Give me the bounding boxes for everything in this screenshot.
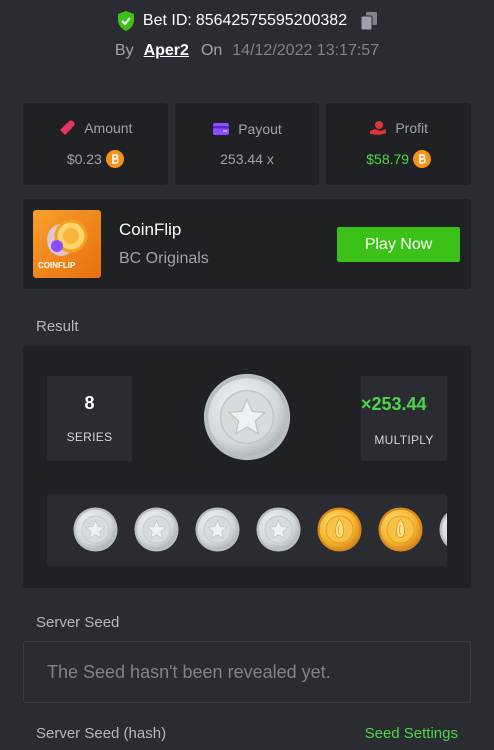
bet-id-label: Bet ID: xyxy=(142,12,192,29)
silver-star-coin-icon xyxy=(256,507,301,552)
series-box: 8 SERIES xyxy=(47,376,132,461)
multiplier-value: ×253.44 xyxy=(361,394,427,414)
silver-star-coin-icon xyxy=(203,372,291,462)
game-card: COINFLIP CoinFlip BC Originals Play Now xyxy=(23,199,471,289)
multiplier-box: ×253.44 MULTIPLY xyxy=(361,376,447,461)
bet-stats: Amount $0.23 Payout 253.44 x Profit $58.… xyxy=(23,103,472,185)
payout-icon xyxy=(213,123,230,135)
profit-icon xyxy=(370,121,387,135)
game-name[interactable]: CoinFlip xyxy=(119,220,181,240)
on-label: On xyxy=(200,42,223,59)
stat-payout: Payout 253.44 x xyxy=(174,103,320,185)
gold-coin-icon xyxy=(378,507,423,552)
result-panel: 8 SERIES ×253.44 MULTIPLY xyxy=(23,346,471,588)
by-label: By xyxy=(114,42,134,59)
bet-datetime: 14/12/2022 13:17:57 xyxy=(232,42,380,59)
bet-id-value: 85642575595200382 xyxy=(195,12,348,29)
stat-profit: Profit $58.79 xyxy=(326,103,472,185)
bet-header: Bet ID: 85642575595200382 By Aper2 On 14… xyxy=(0,0,494,80)
silver-star-coin-icon xyxy=(134,507,179,552)
stat-amount-value: $0.23 xyxy=(66,151,102,167)
game-provider: BC Originals xyxy=(119,250,209,267)
stat-payout-value: 253.44 x xyxy=(220,151,274,167)
verified-shield-icon xyxy=(117,11,134,31)
bitcoin-icon xyxy=(413,150,432,168)
series-label: SERIES xyxy=(66,430,113,444)
server-seed-field[interactable]: The Seed hasn't been revealed yet. xyxy=(23,641,471,703)
bitcoin-icon xyxy=(105,150,124,168)
stat-profit-value: $58.79 xyxy=(366,151,410,167)
gold-coin-icon xyxy=(317,507,362,552)
stat-amount-label: Amount xyxy=(84,120,133,136)
username-link[interactable]: Aper2 xyxy=(144,42,189,60)
series-value: 8 xyxy=(84,393,95,413)
game-thumb-label: COINFLIP xyxy=(38,261,76,270)
coin-history-strip[interactable] xyxy=(47,494,447,566)
coin-row xyxy=(73,507,447,552)
amount-icon xyxy=(60,120,75,135)
server-seed-label: Server Seed xyxy=(36,614,120,631)
server-seed-hash-label: Server Seed (hash) xyxy=(36,725,167,742)
stat-payout-label: Payout xyxy=(238,121,282,137)
silver-star-coin-icon xyxy=(439,507,447,552)
silver-star-coin-icon xyxy=(73,507,118,552)
seed-settings-link[interactable]: Seed Settings xyxy=(365,725,458,742)
copy-icon[interactable] xyxy=(361,12,378,30)
game-thumbnail[interactable]: COINFLIP xyxy=(33,210,101,278)
stat-amount: Amount $0.23 xyxy=(23,103,168,185)
stat-profit-label: Profit xyxy=(395,120,429,136)
result-label: Result xyxy=(36,318,79,335)
silver-star-coin-icon xyxy=(195,507,240,552)
play-now-button[interactable]: Play Now xyxy=(337,227,460,262)
multiplier-label: MULTIPLY xyxy=(374,433,434,447)
bet-id-row: Bet ID: 85642575595200382 xyxy=(0,11,494,31)
bet-meta-row: By Aper2 On 14/12/2022 13:17:57 xyxy=(0,42,494,60)
